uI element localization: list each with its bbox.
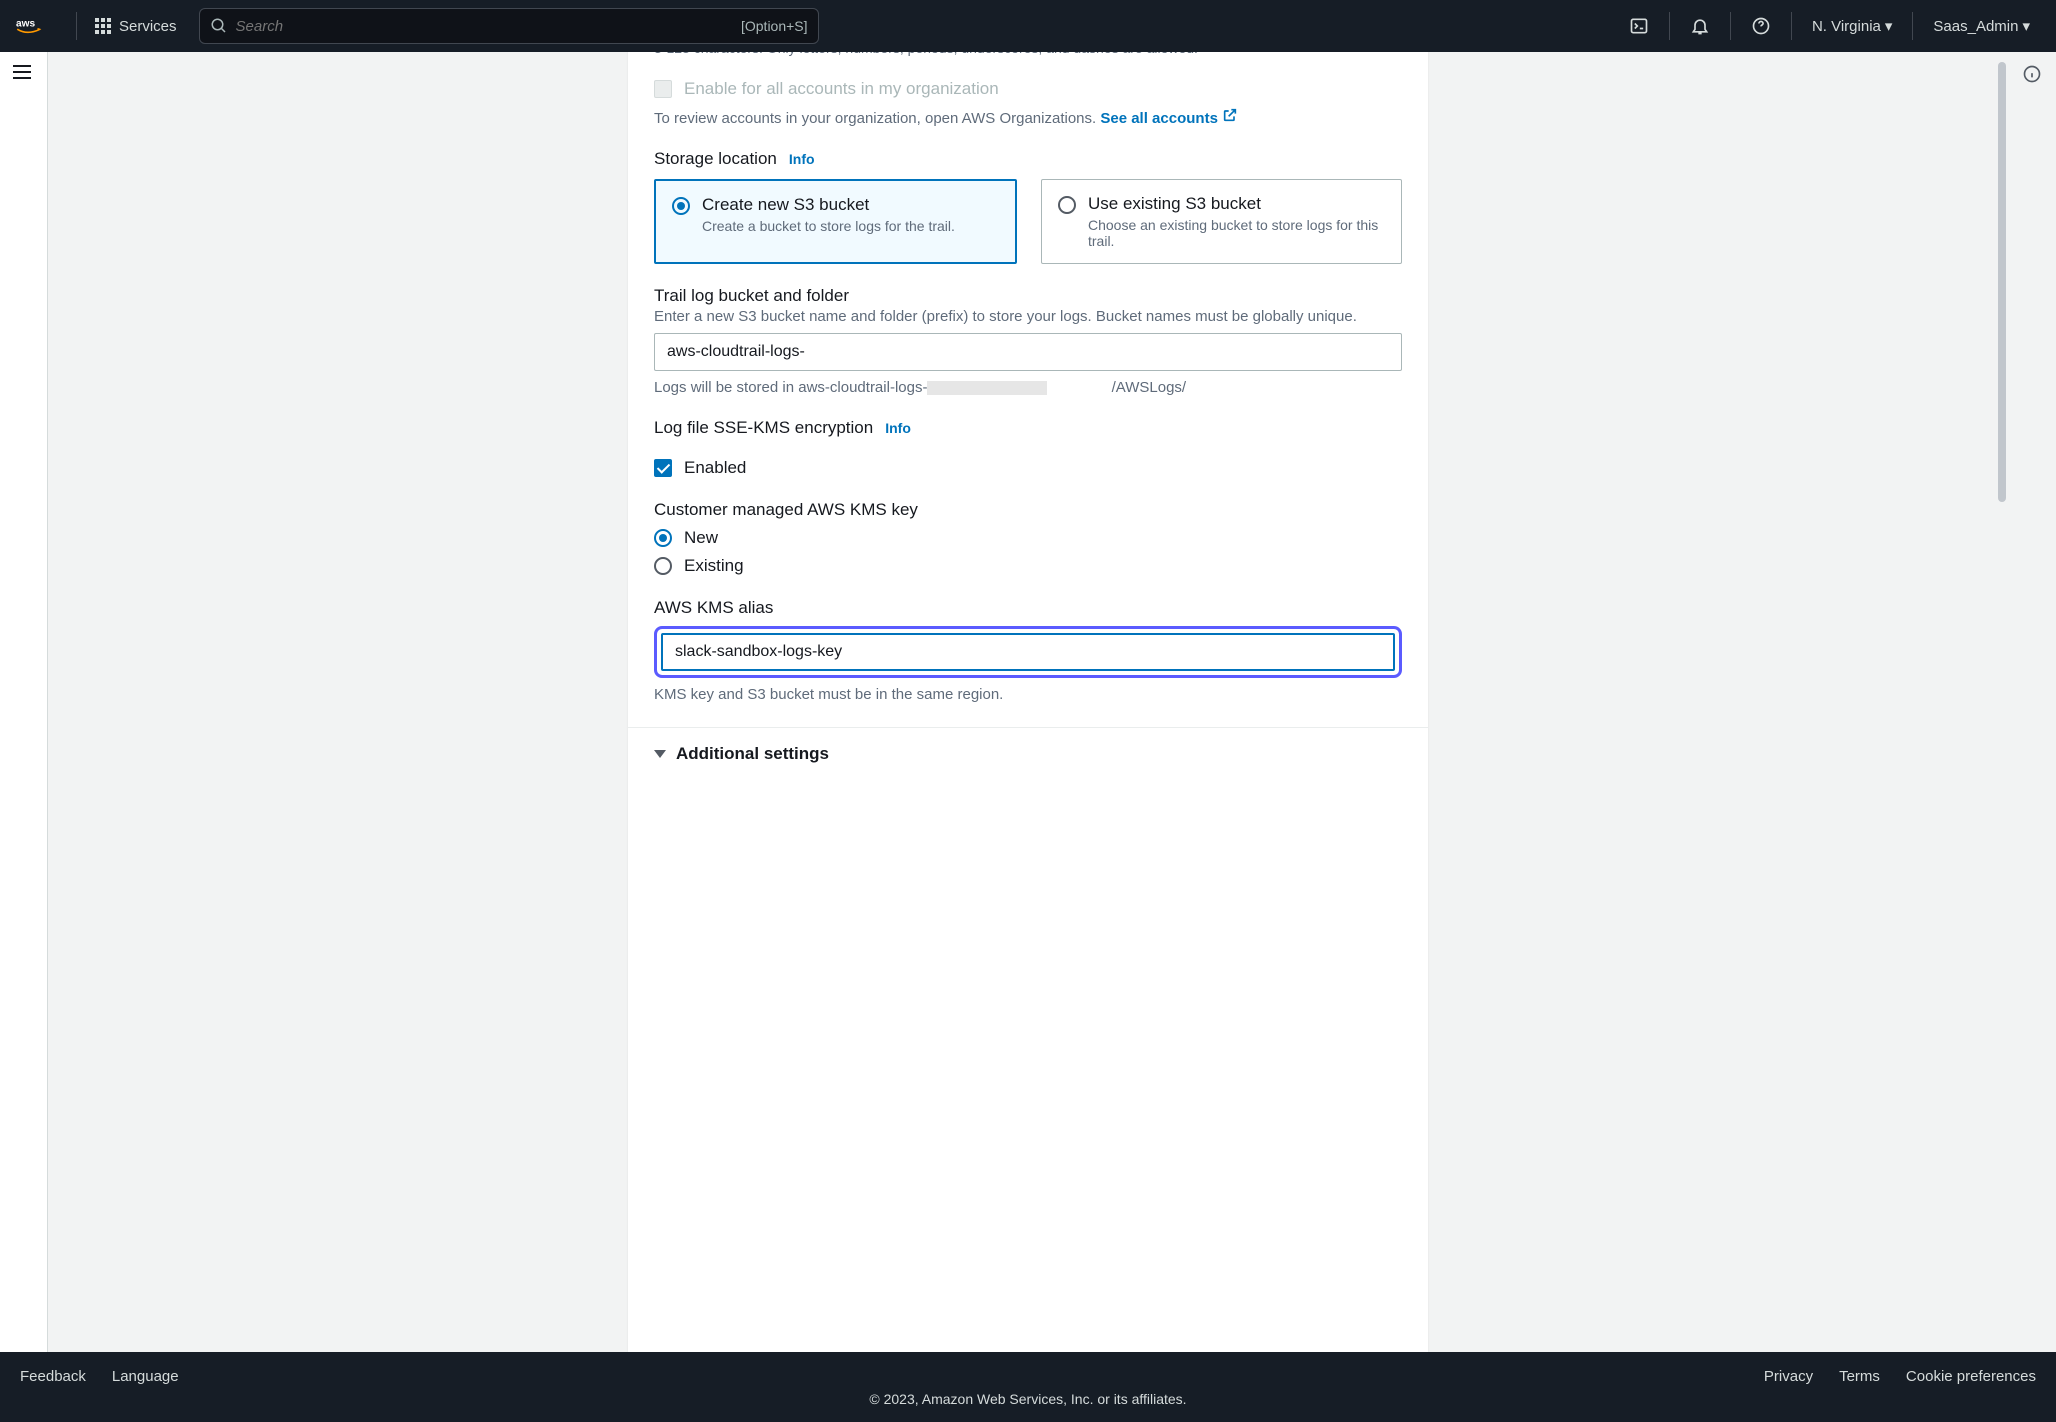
cookies-link[interactable]: Cookie preferences — [1906, 1368, 2036, 1385]
terms-link[interactable]: Terms — [1839, 1368, 1880, 1385]
kms-alias-highlight — [654, 626, 1402, 678]
tile-title: Create new S3 bucket — [702, 195, 955, 215]
kms-key-section: Customer managed AWS KMS key New Existin… — [654, 500, 1402, 576]
bucket-label: Trail log bucket and folder — [654, 286, 849, 306]
bucket-hint: Enter a new S3 bucket name and folder (p… — [654, 308, 1402, 325]
divider — [1791, 12, 1792, 40]
form-panel: 3-128 characters. Only letters, numbers,… — [628, 52, 1428, 1352]
external-link-icon — [1222, 107, 1238, 123]
divider — [1730, 12, 1731, 40]
tile-title: Use existing S3 bucket — [1088, 194, 1385, 214]
kms-existing-label: Existing — [684, 556, 744, 576]
content-scroll[interactable]: 3-128 characters. Only letters, numbers,… — [48, 52, 2008, 1352]
storage-info-link[interactable]: Info — [789, 151, 815, 167]
help-icon[interactable] — [1741, 10, 1781, 42]
kms-alias-input[interactable] — [661, 633, 1395, 671]
sse-enabled-checkbox[interactable] — [654, 459, 672, 477]
sse-label: Log file SSE-KMS encryption — [654, 418, 873, 438]
kms-alias-section: AWS KMS alias KMS key and S3 bucket must… — [654, 598, 1402, 703]
divider — [1912, 12, 1913, 40]
menu-toggle[interactable] — [12, 64, 35, 80]
enable-org-checkbox — [654, 80, 672, 98]
sse-info-link[interactable]: Info — [885, 420, 911, 436]
chevron-down-icon: ▾ — [2022, 17, 2030, 35]
privacy-link[interactable]: Privacy — [1764, 1368, 1813, 1385]
additional-settings-label: Additional settings — [676, 744, 829, 764]
tile-desc: Choose an existing bucket to store logs … — [1088, 217, 1385, 249]
services-label: Services — [119, 18, 177, 35]
services-button[interactable]: Services — [87, 12, 185, 41]
additional-settings-toggle[interactable]: Additional settings — [654, 728, 1402, 770]
page-body: 3-128 characters. Only letters, numbers,… — [0, 52, 2056, 1352]
notifications-icon[interactable] — [1680, 10, 1720, 42]
cloudshell-icon[interactable] — [1619, 10, 1659, 42]
account-selector[interactable]: Saas_Admin ▾ — [1923, 11, 2040, 41]
grid-icon — [95, 18, 111, 34]
redacted — [927, 381, 1047, 395]
radio-icon — [1058, 196, 1076, 214]
storage-location-label: Storage location — [654, 149, 777, 169]
radio-icon — [654, 557, 672, 575]
storage-location-section: Storage location Info Create new S3 buck… — [654, 149, 1402, 264]
kms-existing-row[interactable]: Existing — [654, 556, 1402, 576]
divider — [1669, 12, 1670, 40]
radio-icon — [654, 529, 672, 547]
svg-text:aws: aws — [16, 19, 36, 30]
tile-create-new-bucket[interactable]: Create new S3 bucket Create a bucket to … — [654, 179, 1017, 264]
bucket-field: Trail log bucket and folder Enter a new … — [654, 286, 1402, 396]
bucket-input[interactable] — [654, 333, 1402, 371]
radio-icon — [672, 197, 690, 215]
tile-desc: Create a bucket to store logs for the tr… — [702, 218, 955, 234]
enable-org-row: Enable for all accounts in my organizati… — [654, 79, 1402, 99]
chevron-down-icon: ▾ — [1885, 17, 1893, 35]
copyright: © 2023, Amazon Web Services, Inc. or its… — [20, 1391, 2036, 1407]
kms-alias-label: AWS KMS alias — [654, 598, 773, 618]
left-rail — [0, 52, 48, 1352]
divider — [76, 12, 77, 40]
kms-key-label: Customer managed AWS KMS key — [654, 500, 918, 520]
region-selector[interactable]: N. Virginia ▾ — [1802, 11, 1902, 41]
search-container[interactable]: [Option+S] — [199, 8, 819, 44]
sse-kms-section: Log file SSE-KMS encryption Info Enabled — [654, 418, 1402, 478]
aws-logo[interactable]: aws — [16, 15, 54, 37]
right-rail — [2008, 52, 2056, 1352]
enable-org-label: Enable for all accounts in my organizati… — [684, 79, 999, 99]
name-hint: 3-128 characters. Only letters, numbers,… — [654, 52, 1402, 59]
tile-use-existing-bucket[interactable]: Use existing S3 bucket Choose an existin… — [1041, 179, 1402, 264]
bucket-stored-note: Logs will be stored in aws-cloudtrail-lo… — [654, 379, 1402, 396]
sse-enabled-row[interactable]: Enabled — [654, 458, 1402, 478]
search-input[interactable] — [236, 18, 741, 35]
top-nav: aws Services [Option+S] N. Virginia ▾ Sa — [0, 0, 2056, 52]
scrollbar[interactable] — [1998, 62, 2006, 502]
see-all-accounts-link[interactable]: See all accounts — [1100, 110, 1238, 127]
org-note: To review accounts in your organization,… — [654, 107, 1402, 127]
sse-enabled-label: Enabled — [684, 458, 746, 478]
language-link[interactable]: Language — [112, 1368, 179, 1385]
nav-right: N. Virginia ▾ Saas_Admin ▾ — [1619, 10, 2040, 42]
footer: Feedback Language Privacy Terms Cookie p… — [0, 1352, 2056, 1422]
kms-region-note: KMS key and S3 bucket must be in the sam… — [654, 686, 1402, 703]
info-panel-toggle[interactable] — [2022, 64, 2042, 1340]
search-icon — [210, 17, 228, 35]
kms-new-label: New — [684, 528, 718, 548]
kms-new-row[interactable]: New — [654, 528, 1402, 548]
feedback-link[interactable]: Feedback — [20, 1368, 86, 1385]
caret-down-icon — [654, 750, 666, 758]
search-shortcut: [Option+S] — [741, 18, 808, 34]
